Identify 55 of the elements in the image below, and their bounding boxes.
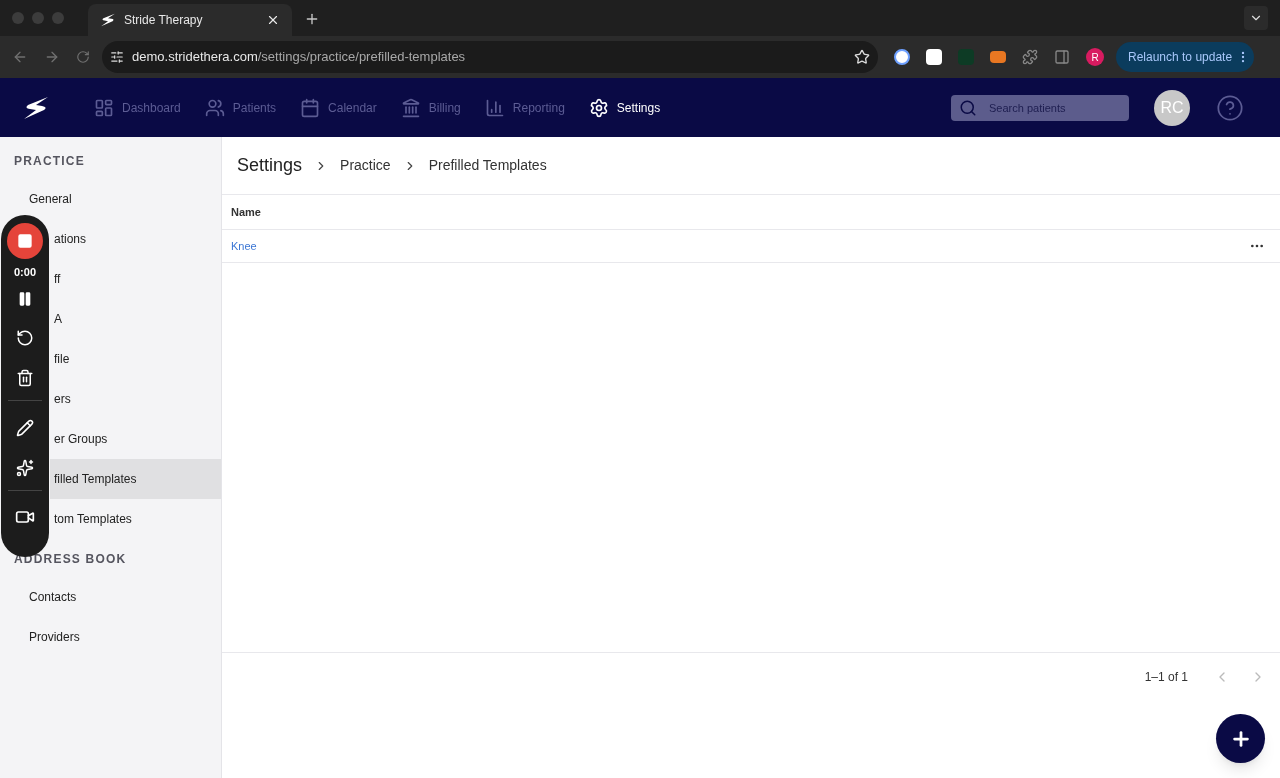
- close-icon[interactable]: [266, 13, 280, 27]
- address-field[interactable]: demo.stridethera.com/settings/practice/prefilled-templates: [102, 41, 878, 73]
- section-heading: PRACTICE: [13, 153, 86, 166]
- site-settings-icon[interactable]: [110, 50, 124, 64]
- template-link[interactable]: Knee: [231, 237, 257, 255]
- calendar-icon: [300, 97, 321, 118]
- breadcrumb-link[interactable]: Practice: [340, 155, 391, 176]
- sidebar-item[interactable]: ations: [50, 219, 221, 259]
- pencil-icon[interactable]: [16, 418, 34, 437]
- sidebar-item[interactable]: ff: [50, 259, 221, 299]
- tab-list-button[interactable]: [1244, 6, 1268, 30]
- sidebar-item[interactable]: Providers: [0, 617, 221, 657]
- help-icon[interactable]: [1216, 93, 1244, 122]
- sidebar-item[interactable]: filled Templates: [50, 459, 221, 499]
- back-icon[interactable]: [12, 49, 28, 65]
- sidebar-item[interactable]: A: [50, 299, 221, 339]
- sidebar-item[interactable]: file: [50, 339, 221, 379]
- pagination-text: 1–1 of 1: [1144, 668, 1188, 686]
- column-header[interactable]: Name: [231, 203, 261, 221]
- breadcrumb-link[interactable]: Prefilled Templates: [428, 155, 547, 176]
- people-icon: [204, 97, 225, 118]
- forward-icon[interactable]: [44, 49, 60, 65]
- gear-icon: [588, 97, 609, 118]
- restart-icon[interactable]: [16, 328, 34, 347]
- pause-icon[interactable]: [17, 290, 33, 307]
- profile-avatar[interactable]: R: [1086, 48, 1104, 66]
- extensions-icon[interactable]: [1022, 49, 1038, 65]
- stop-icon: [17, 233, 33, 249]
- browser-tab[interactable]: Stride Therapy: [88, 4, 292, 36]
- url-text: demo.stridethera.com/settings/practice/prefilled-templates: [132, 48, 467, 67]
- search-icon: [959, 98, 977, 117]
- sidebar-item[interactable]: General: [0, 179, 221, 219]
- breadcrumb-link[interactable]: Settings: [237, 152, 303, 179]
- tab-title: Stride Therapy: [124, 12, 204, 29]
- sidebar-item[interactable]: ers: [50, 379, 221, 419]
- sidebar-item[interactable]: tom Templates: [50, 499, 221, 539]
- search-field[interactable]: Search patients: [951, 94, 1129, 121]
- bookmark-star-icon[interactable]: [854, 49, 870, 65]
- bar-chart-icon: [484, 97, 505, 118]
- nav-link[interactable]: Settings: [588, 97, 661, 118]
- stop-recording-button[interactable]: [7, 223, 43, 259]
- extension-square-icon[interactable]: [926, 49, 942, 65]
- delete-icon[interactable]: [16, 368, 34, 387]
- new-tab-icon[interactable]: [304, 11, 320, 27]
- reload-icon[interactable]: [76, 50, 90, 64]
- recording-timer: 0:00: [14, 265, 36, 280]
- side-panel-icon[interactable]: [1054, 49, 1070, 65]
- extension-squiggle-icon[interactable]: [990, 51, 1006, 63]
- sidebar-item[interactable]: er Groups: [50, 419, 221, 459]
- sidebar-item[interactable]: Contacts: [0, 577, 221, 617]
- grid-icon: [94, 97, 114, 118]
- bank-icon: [400, 97, 421, 118]
- logo-icon: [100, 13, 116, 27]
- effects-icon[interactable]: [16, 458, 34, 477]
- relaunch-button[interactable]: Relaunch to update: [1116, 42, 1255, 72]
